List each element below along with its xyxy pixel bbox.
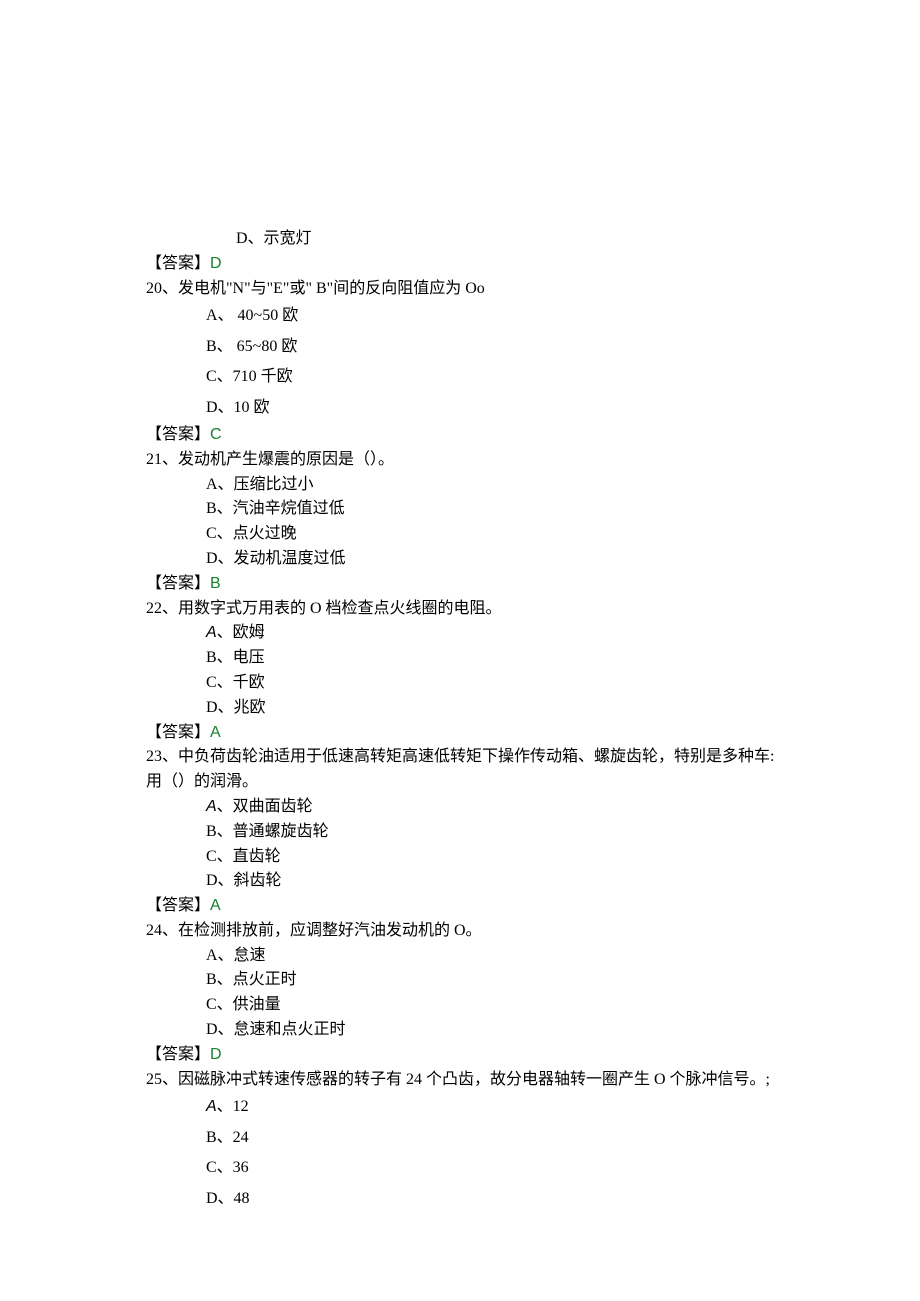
q24-option-d-text: D、怠速和点火正时 [206,1021,346,1038]
q23-stem-line2: 用（）的润滑。 [146,770,830,795]
q23-stem-text1: 23、中负荷齿轮油适用于低速高转矩高速低转矩下操作传动箱、螺旋齿轮，特别是多种车… [146,748,774,765]
answer-label: 【答案】 [146,897,210,914]
q25-option-b: B、24 [146,1123,830,1153]
q21-stem: 21、发动机产生爆震的原因是（）。 [146,448,830,473]
q21-stem-text: 21、发动机产生爆震的原因是（）。 [146,451,394,468]
q21-option-a: A、压缩比过小 [146,473,830,498]
q25-option-b-text: B、24 [206,1129,249,1146]
q22-stem-text: 22、用数字式万用表的 O 档检查点火线圈的电阻。 [146,600,502,617]
q19-answer: 【答案】D [146,252,830,277]
q20-option-b-text: B、 65~80 欧 [206,338,297,355]
q25-option-a-rest: 、12 [217,1098,249,1115]
q21-option-b: B、汽油辛烷值过低 [146,497,830,522]
q24-option-b-text: B、点火正时 [206,971,297,988]
q23-option-a: A、双曲面齿轮 [146,795,830,820]
q23-option-c-text: C、直齿轮 [206,848,281,865]
q22-option-a-rest: 、欧姆 [217,624,265,641]
answer-value: A [210,897,221,914]
q20-option-c-text: C、710 千欧 [206,368,293,385]
answer-value: D [210,1046,222,1063]
q21-option-d-text: D、发动机温度过低 [206,550,346,567]
q25-stem-text: 25、因磁脉冲式转速传感器的转子有 24 个凸齿，故分电器轴转一圈产生 O 个脉… [146,1071,770,1088]
q21-option-b-text: B、汽油辛烷值过低 [206,500,345,517]
answer-label: 【答案】 [146,255,210,272]
q24-option-d: D、怠速和点火正时 [146,1018,830,1043]
q23-stem-text2: 用（）的润滑。 [146,773,258,790]
q25-stem: 25、因磁脉冲式转速传感器的转子有 24 个凸齿，故分电器轴转一圈产生 O 个脉… [146,1068,830,1093]
q23-option-d-text: D、斜齿轮 [206,872,282,889]
q24-option-b: B、点火正时 [146,968,830,993]
q23-option-c: C、直齿轮 [146,845,830,870]
answer-label: 【答案】 [146,426,210,443]
q23-option-b: B、普通螺旋齿轮 [146,820,830,845]
q25-option-c: C、36 [146,1153,830,1183]
q23-option-a-letter: A [206,798,217,815]
q24-option-c: C、供油量 [146,993,830,1018]
q20-option-a: A、 40~50 欧 [146,301,830,331]
q22-option-a: A、欧姆 [146,621,830,646]
q22-option-a-letter: A [206,624,217,641]
q21-option-c: C、点火过晚 [146,522,830,547]
q25-option-c-text: C、36 [206,1159,249,1176]
q22-option-d: D、兆欧 [146,696,830,721]
q25-option-d: D、48 [146,1184,830,1214]
q20-stem: 20、发电机"N"与"E"或" B"间的反向阻值应为 Oo [146,277,830,302]
q23-answer: 【答案】A [146,894,830,919]
q20-option-d-text: D、10 欧 [206,399,270,416]
q23-option-d: D、斜齿轮 [146,869,830,894]
q20-option-a-text: A、 40~50 欧 [206,307,298,324]
q22-option-b: B、电压 [146,646,830,671]
q20-stem-text: 20、发电机"N"与"E"或" B"间的反向阻值应为 Oo [146,280,485,297]
q24-stem: 24、在检测排放前，应调整好汽油发动机的 O。 [146,919,830,944]
q20-option-c: C、710 千欧 [146,362,830,392]
q21-option-c-text: C、点火过晚 [206,525,297,542]
q24-option-c-text: C、供油量 [206,996,281,1013]
q22-stem: 22、用数字式万用表的 O 档检查点火线圈的电阻。 [146,597,830,622]
q25-option-a: A、12 [146,1092,830,1122]
q23-stem-line1: 23、中负荷齿轮油适用于低速高转矩高速低转矩下操作传动箱、螺旋齿轮，特别是多种车… [146,745,830,770]
content-block: D、示宽灯 【答案】D 20、发电机"N"与"E"或" B"间的反向阻值应为 O… [0,227,920,1214]
q21-option-a-text: A、压缩比过小 [206,476,314,493]
answer-label: 【答案】 [146,575,210,592]
q19-option-d: D、示宽灯 [146,227,830,252]
q22-option-c: C、千欧 [146,671,830,696]
q23-option-a-rest: 、双曲面齿轮 [217,798,313,815]
q24-stem-text: 24、在检测排放前，应调整好汽油发动机的 O。 [146,922,482,939]
answer-label: 【答案】 [146,1046,210,1063]
q25-option-d-text: D、48 [206,1190,250,1207]
q23-option-b-text: B、普通螺旋齿轮 [206,823,329,840]
document-page: D、示宽灯 【答案】D 20、发电机"N"与"E"或" B"间的反向阻值应为 O… [0,0,920,1301]
q22-option-d-text: D、兆欧 [206,699,266,716]
q24-option-a: A、怠速 [146,944,830,969]
answer-label: 【答案】 [146,724,210,741]
q21-answer: 【答案】B [146,572,830,597]
q24-option-a-text: A、怠速 [206,947,266,964]
q24-answer: 【答案】D [146,1043,830,1068]
answer-value: D [210,255,222,272]
q19-option-d-text: D、示宽灯 [236,230,312,247]
q22-option-c-text: C、千欧 [206,674,265,691]
q20-option-d: D、10 欧 [146,393,830,423]
answer-value: A [210,724,221,741]
q25-option-a-letter: A [206,1098,217,1115]
q22-option-b-text: B、电压 [206,649,265,666]
answer-value: B [210,575,221,592]
q20-option-b: B、 65~80 欧 [146,332,830,362]
q21-option-d: D、发动机温度过低 [146,547,830,572]
q22-answer: 【答案】A [146,721,830,746]
answer-value: C [210,426,222,443]
q20-answer: 【答案】C [146,423,830,448]
